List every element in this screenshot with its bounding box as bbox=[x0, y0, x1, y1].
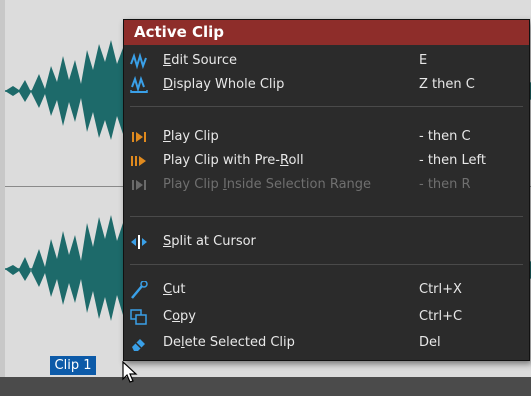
edit-source-icon bbox=[130, 52, 147, 70]
cut-icon bbox=[131, 281, 148, 299]
clip-name-label[interactable]: Clip 1 bbox=[50, 356, 96, 375]
menu-item-copy[interactable]: Copy Ctrl+C bbox=[124, 305, 529, 329]
menu-item-shortcut: Ctrl+C bbox=[419, 309, 463, 324]
menu-title: Active Clip bbox=[124, 20, 529, 45]
split-icon bbox=[131, 235, 147, 249]
menu-item-label: Play Clip with Pre-Roll bbox=[163, 153, 304, 168]
menu-separator bbox=[130, 216, 523, 217]
menu-item-delete-selected-clip[interactable]: Delete Selected Clip Del bbox=[124, 331, 529, 355]
menu-item-shortcut: Del bbox=[419, 335, 441, 350]
play-pre-roll-icon bbox=[131, 156, 146, 166]
menu-item-play-clip-pre-roll[interactable]: Play Clip with Pre-Roll - then Left bbox=[124, 149, 529, 173]
display-whole-clip-icon bbox=[130, 76, 148, 93]
play-selection-icon bbox=[132, 180, 146, 190]
menu-item-label: Delete Selected Clip bbox=[163, 335, 295, 350]
menu-item-label: Display Whole Clip bbox=[163, 77, 285, 92]
menu-item-shortcut: - then R bbox=[419, 177, 471, 192]
menu-item-shortcut: Z then C bbox=[419, 77, 475, 92]
menu-item-display-whole-clip[interactable]: Display Whole Clip Z then C bbox=[124, 73, 529, 97]
mouse-pointer-icon bbox=[122, 361, 138, 383]
menu-item-label: Play Clip Inside Selection Range bbox=[163, 177, 372, 192]
menu-item-label: Copy bbox=[163, 309, 196, 324]
menu-item-shortcut: - then Left bbox=[419, 153, 486, 168]
menu-item-label: Cut bbox=[163, 282, 186, 297]
menu-item-edit-source[interactable]: Edit Source E bbox=[124, 49, 529, 73]
menu-item-play-clip-inside-selection: Play Clip Inside Selection Range - then … bbox=[124, 173, 529, 197]
timeline-bar[interactable] bbox=[0, 377, 531, 396]
menu-separator bbox=[130, 264, 523, 265]
menu-item-play-clip[interactable]: Play Clip - then C bbox=[124, 125, 529, 149]
eraser-icon bbox=[132, 339, 145, 351]
menu-item-shortcut: Ctrl+X bbox=[419, 282, 462, 297]
menu-item-split-at-cursor[interactable]: Split at Cursor bbox=[124, 230, 529, 254]
copy-icon bbox=[130, 309, 147, 325]
active-clip-context-menu: Active Clip Edit Source E Display Whole … bbox=[123, 19, 530, 361]
menu-item-label: Edit Source bbox=[163, 53, 237, 68]
menu-separator bbox=[130, 106, 523, 107]
menu-item-cut[interactable]: Cut Ctrl+X bbox=[124, 278, 529, 302]
menu-item-label: Play Clip bbox=[163, 129, 219, 144]
menu-item-shortcut: E bbox=[419, 53, 428, 68]
menu-item-label: Split at Cursor bbox=[163, 234, 256, 249]
play-clip-icon bbox=[132, 132, 146, 142]
menu-item-shortcut: - then C bbox=[419, 129, 471, 144]
